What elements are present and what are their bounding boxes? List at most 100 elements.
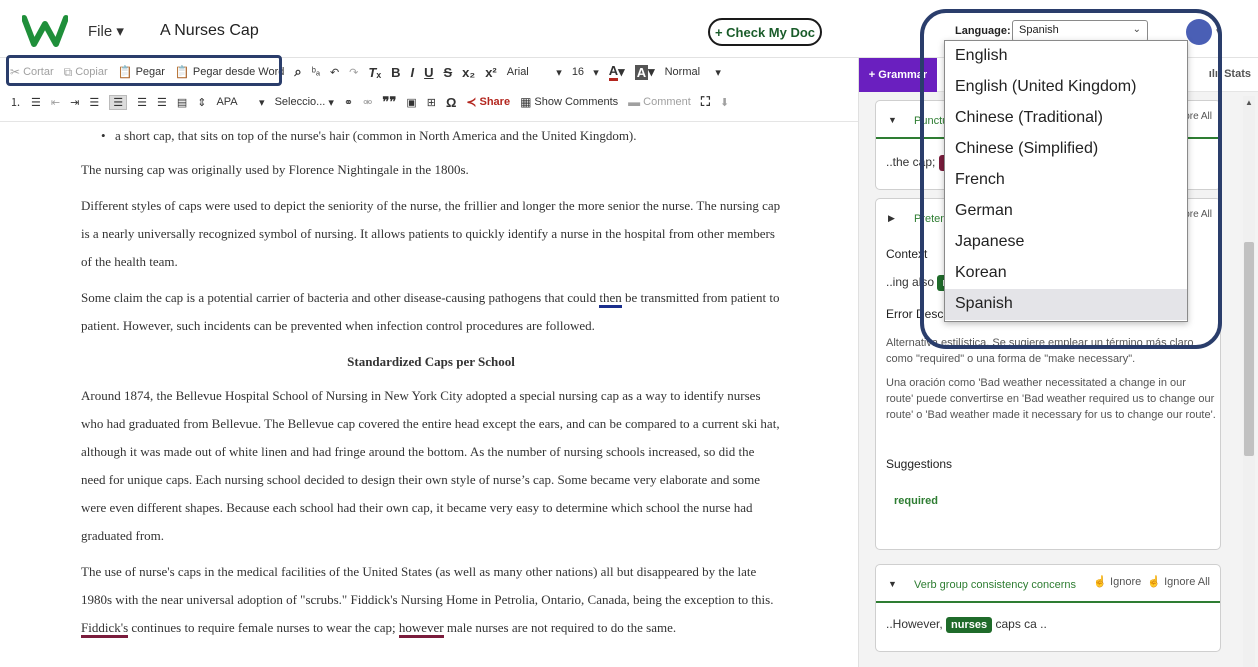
language-option-french[interactable]: French	[945, 165, 1187, 196]
language-select-value: Spanish	[1019, 24, 1059, 36]
select-dropdown[interactable]: Seleccio... ▾	[275, 96, 334, 109]
text-run: continues to require female nurses to we…	[128, 620, 399, 635]
clear-format-icon: Tₓ	[368, 64, 382, 80]
text-color-button[interactable]: A ▾	[608, 63, 625, 81]
bar-chart-icon: ılıl	[1208, 68, 1222, 80]
align-center-icon: ☰	[113, 96, 124, 109]
bold-button[interactable]: B	[391, 65, 400, 80]
chevron-down-icon: ▾	[328, 96, 334, 109]
language-option-chinese-simplified[interactable]: Chinese (Simplified)	[945, 134, 1187, 165]
page-break-button[interactable]: ▤	[177, 96, 187, 109]
expand-triangle-icon[interactable]: ▶	[888, 213, 895, 224]
redo-button[interactable]: ↷	[349, 66, 358, 79]
bullet-list-button[interactable]: ☰	[31, 96, 41, 109]
collapse-triangle-icon[interactable]: ▼	[888, 579, 897, 589]
check-my-doc-button[interactable]: + Check My Doc	[708, 18, 822, 46]
align-left-icon: ☰	[89, 96, 100, 109]
numbered-list-button[interactable]: ⒈	[10, 94, 21, 110]
scroll-thumb[interactable]	[1244, 242, 1254, 456]
tab-grammar[interactable]: + Grammar	[859, 58, 937, 92]
language-option-japanese[interactable]: Japanese	[945, 227, 1187, 258]
card-title: Verb group consistency concerns	[914, 579, 1077, 591]
download-icon: ⬇	[719, 96, 730, 109]
superscript-button[interactable]: x²	[485, 65, 497, 80]
download-button[interactable]: ⬇	[720, 96, 729, 109]
line-height-icon: ⇕	[197, 96, 207, 109]
language-option-chinese-traditional[interactable]: Chinese (Traditional)	[945, 103, 1187, 134]
tab-stats[interactable]: ılıl Stats	[1209, 68, 1251, 80]
undo-button[interactable]: ↶	[330, 66, 339, 79]
align-right-button[interactable]: ☰	[137, 96, 147, 109]
comment-button[interactable]: ▬ Comment	[628, 95, 691, 109]
replace-button[interactable]: ᵇₐ	[312, 66, 320, 78]
strikethrough-button[interactable]: S	[444, 65, 453, 80]
scroll-up-arrow-icon[interactable]: ▲	[1245, 98, 1253, 107]
font-size-select[interactable]: 16 ▾	[572, 66, 599, 79]
error-description-label: Error Descr	[886, 307, 948, 321]
flagged-word-fiddicks[interactable]: Fiddick's	[81, 620, 129, 638]
paragraph: Different styles of caps were used to de…	[81, 198, 781, 269]
italic-icon: I	[410, 64, 415, 80]
chevron-down-icon: ▾	[556, 66, 562, 79]
section-heading: Standardized Caps per School	[347, 354, 515, 369]
image-button[interactable]: ▣	[406, 96, 416, 109]
special-char-button[interactable]: Ω	[446, 95, 456, 110]
chevron-down-icon[interactable]: ▾	[1216, 26, 1221, 37]
app-logo[interactable]	[22, 14, 68, 48]
subscript-button[interactable]: x₂	[462, 65, 475, 80]
language-option-german[interactable]: German	[945, 196, 1187, 227]
flagged-word-then[interactable]: then	[599, 290, 622, 308]
file-menu[interactable]: File ▾	[88, 22, 124, 40]
ignore-button[interactable]: ☝ Ignore	[1093, 576, 1141, 588]
table-icon: ⊞	[426, 96, 436, 109]
collapse-triangle-icon[interactable]: ▼	[888, 115, 897, 125]
chevron-down-icon: ▾	[593, 66, 599, 79]
show-comments-button[interactable]: ▦ Show Comments	[520, 95, 618, 109]
align-left-button[interactable]: ☰	[89, 96, 99, 109]
language-option-korean[interactable]: Korean	[945, 258, 1187, 289]
document-editor[interactable]: a short cap, that sits on top of the nur…	[0, 122, 858, 667]
quote-button[interactable]: ❞❞	[382, 94, 396, 110]
list-item: a short cap, that sits on top of the nur…	[101, 122, 781, 150]
indent-button[interactable]: ⇥	[70, 96, 79, 109]
table-button[interactable]: ⊞	[427, 96, 436, 109]
share-button[interactable]: ≺ Share	[466, 95, 510, 109]
avatar[interactable]	[1186, 19, 1212, 45]
text-run: Some claim the cap is a potential carrie…	[81, 290, 600, 305]
image-icon: ▣	[406, 96, 417, 109]
flagged-word-however[interactable]: however	[398, 620, 444, 638]
ignore-all-button[interactable]: ☝ Ignore All	[1147, 576, 1210, 588]
language-option-english[interactable]: English	[945, 41, 1187, 72]
language-option-english-uk[interactable]: English (United Kingdom)	[945, 72, 1187, 103]
language-option-spanish[interactable]: Spanish	[945, 289, 1187, 320]
suggestion-item[interactable]: required	[894, 495, 938, 507]
find-button[interactable]: ⌕	[294, 64, 301, 80]
justify-button[interactable]: ☰	[157, 96, 167, 109]
comments-icon: ▦	[520, 95, 532, 109]
paragraph-style-select[interactable]: Normal ▾	[665, 66, 721, 79]
italic-button[interactable]: I	[410, 65, 414, 80]
replace-icon: ᵇₐ	[311, 66, 320, 78]
outdent-button[interactable]: ⇤	[51, 96, 60, 109]
document-title-input[interactable]	[148, 14, 668, 48]
omega-icon: Ω	[445, 94, 457, 110]
fullscreen-button[interactable]: ⛶	[701, 94, 710, 110]
issue-card-verb-group[interactable]: ▼ Verb group consistency concerns ☝ Igno…	[875, 564, 1221, 652]
card-header: ▼ Verb group consistency concerns ☝ Igno…	[876, 565, 1220, 603]
clear-format-button[interactable]: Tₓ	[368, 65, 381, 80]
numbered-list-icon: ⒈	[10, 97, 21, 109]
superscript-icon: x²	[485, 64, 497, 80]
align-center-button[interactable]: ☰	[109, 94, 128, 110]
line-height-button[interactable]: ⇕	[197, 96, 206, 109]
text-color-icon: A	[608, 63, 619, 81]
panel-scrollbar[interactable]: ▲	[1243, 96, 1255, 667]
clipboard-tools-highlight	[6, 55, 282, 86]
language-select[interactable]: Spanish ⌄	[1012, 20, 1148, 42]
underline-button[interactable]: U	[424, 65, 433, 80]
chevron-down-icon: ▾	[715, 66, 721, 79]
font-select[interactable]: Arial ▾	[507, 66, 562, 79]
citation-style-select[interactable]: APA ▾	[216, 96, 264, 109]
unlink-button[interactable]: ⚮	[363, 96, 372, 109]
link-button[interactable]: ⚭	[344, 96, 353, 109]
background-color-button[interactable]: A ▾	[634, 64, 655, 80]
